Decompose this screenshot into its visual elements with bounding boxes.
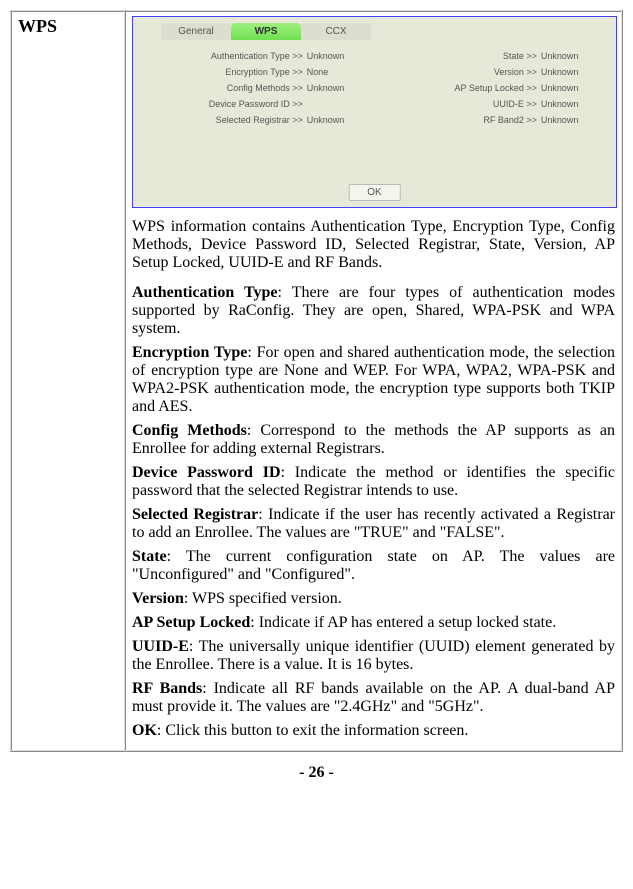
uuide-val: Unknown [537,99,606,109]
config-methods-val: Unknown [303,83,387,93]
enc-type-val: None [303,67,387,77]
definition-text: : Indicate all RF bands available on the… [132,680,615,715]
definitions: Authentication Type: There are four type… [132,284,615,740]
definition-text: : The current configuration state on AP.… [132,548,615,583]
definition-term: OK [132,722,157,739]
ap-locked-label: AP Setup Locked >> [407,83,537,93]
info-col-left: Authentication Type >>Unknown Encryption… [133,45,397,131]
rfband-val: Unknown [537,115,606,125]
row-content-cell: General WPS CCX Authentication Type >>Un… [125,11,622,751]
definition-paragraph: Encryption Type: For open and shared aut… [132,344,615,416]
tab-wps[interactable]: WPS [231,23,301,40]
definition-paragraph: Config Methods: Correspond to the method… [132,422,615,458]
uuide-label: UUID-E >> [407,99,537,109]
intro-paragraph: WPS information contains Authentication … [132,218,615,272]
definition-paragraph: UUID-E: The universally unique identifie… [132,638,615,674]
info-col-right: State >>Unknown Version >>Unknown AP Set… [397,45,616,131]
definition-paragraph: Authentication Type: There are four type… [132,284,615,338]
definition-term: Encryption Type [132,344,247,361]
definition-term: Config Methods [132,422,247,439]
rfband-label: RF Band2 >> [407,115,537,125]
config-methods-label: Config Methods >> [143,83,303,93]
definition-text: : The universally unique identifier (UUI… [132,638,615,673]
tab-general[interactable]: General [161,23,231,40]
definition-paragraph: RF Bands: Indicate all RF bands availabl… [132,680,615,716]
state-label: State >> [407,51,537,61]
definition-paragraph: OK: Click this button to exit the inform… [132,722,615,740]
definition-term: Version [132,590,184,607]
ok-button[interactable]: OK [348,184,400,201]
ap-locked-val: Unknown [537,83,606,93]
definition-paragraph: Device Password ID: Indicate the method … [132,464,615,500]
definition-term: State [132,548,167,565]
page-number: - 26 - [10,764,623,782]
definition-term: AP Setup Locked [132,614,250,631]
definition-term: UUID-E [132,638,189,655]
version-label: Version >> [407,67,537,77]
definition-paragraph: AP Setup Locked: Indicate if AP has ente… [132,614,615,632]
definition-term: Authentication Type [132,284,277,301]
state-val: Unknown [537,51,606,61]
auth-type-label: Authentication Type >> [143,51,303,61]
definition-term: Device Password ID [132,464,281,481]
tabs-row: General WPS CCX [133,17,616,40]
row-label: WPS [18,16,57,36]
device-pwd-label: Device Password ID >> [143,99,303,109]
sel-registrar-val: Unknown [303,115,387,125]
definition-term: RF Bands [132,680,202,697]
row-label-cell: WPS [11,11,125,751]
info-area: Authentication Type >>Unknown Encryption… [133,45,616,131]
definition-term: Selected Registrar [132,506,258,523]
doc-table: WPS General WPS CCX Authentication Type … [10,10,623,752]
enc-type-label: Encryption Type >> [143,67,303,77]
definition-paragraph: State: The current configuration state o… [132,548,615,584]
definition-text: : WPS specified version. [184,590,342,607]
sel-registrar-label: Selected Registrar >> [143,115,303,125]
auth-type-val: Unknown [303,51,387,61]
definition-text: : Indicate if AP has entered a setup loc… [250,614,556,631]
device-pwd-val [303,99,387,109]
wps-screenshot: General WPS CCX Authentication Type >>Un… [132,16,617,208]
tab-ccx[interactable]: CCX [301,23,371,40]
definition-paragraph: Selected Registrar: Indicate if the user… [132,506,615,542]
version-val: Unknown [537,67,606,77]
definition-text: : Click this button to exit the informat… [157,722,469,739]
definition-paragraph: Version: WPS specified version. [132,590,615,608]
